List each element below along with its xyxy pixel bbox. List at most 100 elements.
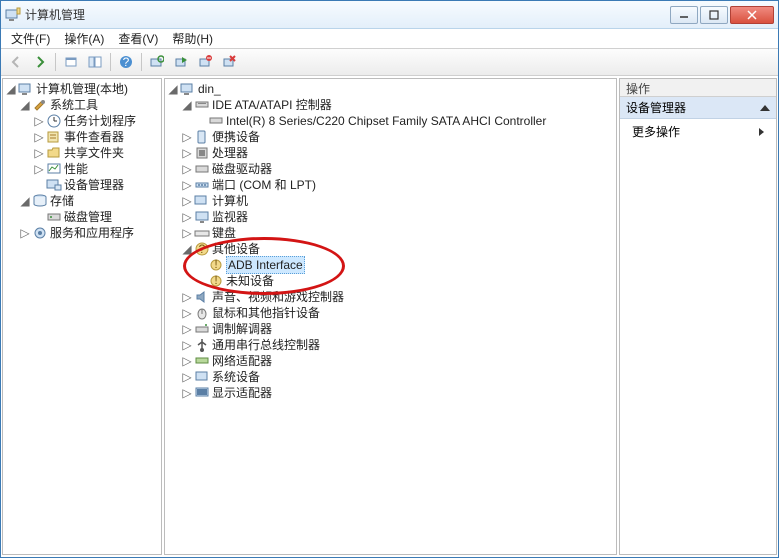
tree-label: IDE ATA/ATAPI 控制器: [212, 97, 332, 113]
expand-icon[interactable]: ▷: [181, 131, 193, 143]
tree-disk-management[interactable]: ▷ 磁盘管理: [5, 209, 159, 225]
expand-icon[interactable]: ▷: [181, 211, 193, 223]
collapse-icon[interactable]: ◢: [5, 83, 17, 95]
device-ide[interactable]: ◢ IDE ATA/ATAPI 控制器: [167, 97, 614, 113]
expand-icon[interactable]: ▷: [33, 147, 45, 159]
device-computer[interactable]: ▷计算机: [167, 193, 614, 209]
expand-icon[interactable]: ▷: [181, 323, 193, 335]
help-button[interactable]: ?: [115, 51, 137, 73]
device-portable[interactable]: ▷ 便携设备: [167, 129, 614, 145]
expand-icon[interactable]: ▷: [33, 163, 45, 175]
device-ports[interactable]: ▷端口 (COM 和 LPT): [167, 177, 614, 193]
expand-icon[interactable]: ▷: [181, 163, 193, 175]
modem-icon: [194, 321, 210, 337]
expand-icon[interactable]: ▷: [181, 179, 193, 191]
expand-icon[interactable]: ▷: [181, 371, 193, 383]
expand-icon[interactable]: ▷: [181, 355, 193, 367]
tree-performance[interactable]: ▷ 性能: [5, 161, 159, 177]
menu-action[interactable]: 操作(A): [58, 28, 110, 49]
portable-icon: [194, 129, 210, 145]
mouse-icon: [194, 305, 210, 321]
app-icon: [5, 7, 21, 23]
device-monitors[interactable]: ▷监视器: [167, 209, 614, 225]
tree-storage[interactable]: ◢ 存储: [5, 193, 159, 209]
tree-root-computer-management[interactable]: ◢ 计算机管理(本地): [5, 81, 159, 97]
expand-icon[interactable]: ▷: [181, 339, 193, 351]
tree-task-scheduler[interactable]: ▷ 任务计划程序: [5, 113, 159, 129]
tree-device-manager[interactable]: ▷ 设备管理器: [5, 177, 159, 193]
collapse-icon[interactable]: ◢: [19, 195, 31, 207]
console-tree[interactable]: ◢ 计算机管理(本地) ◢ 系统工具 ▷ 任务计划程序 ▷ 事件: [3, 79, 161, 243]
clock-icon: [46, 113, 62, 129]
expand-icon[interactable]: ▷: [181, 387, 193, 399]
ide-icon: [194, 97, 210, 113]
port-icon: [194, 177, 210, 193]
device-modems[interactable]: ▷调制解调器: [167, 321, 614, 337]
tree-label: 任务计划程序: [64, 113, 136, 129]
tree-label: 网络适配器: [212, 353, 272, 369]
minimize-button[interactable]: [670, 6, 698, 24]
device-processors[interactable]: ▷处理器: [167, 145, 614, 161]
tree-label: 便携设备: [212, 129, 260, 145]
expand-icon[interactable]: ▷: [181, 195, 193, 207]
menu-view[interactable]: 查看(V): [112, 28, 164, 49]
tree-services[interactable]: ▷ 服务和应用程序: [5, 225, 159, 241]
warning-icon: !: [208, 257, 224, 273]
expand-icon[interactable]: ▷: [181, 227, 193, 239]
folder-icon: [46, 145, 62, 161]
collapse-icon[interactable]: ◢: [181, 243, 193, 255]
expand-icon[interactable]: ▷: [33, 131, 45, 143]
actions-more[interactable]: 更多操作: [620, 119, 776, 144]
device-sound[interactable]: ▷声音、视频和游戏控制器: [167, 289, 614, 305]
device-other-unknown[interactable]: ▷!未知设备: [167, 273, 614, 289]
tree-label: 显示适配器: [212, 385, 272, 401]
network-icon: [194, 353, 210, 369]
maximize-button[interactable]: [700, 6, 728, 24]
menu-help[interactable]: 帮助(H): [166, 28, 219, 49]
enable-icon[interactable]: [170, 51, 192, 73]
expand-icon[interactable]: ▷: [33, 115, 45, 127]
device-root[interactable]: ◢ din_: [167, 81, 614, 97]
expand-icon[interactable]: ▷: [19, 227, 31, 239]
device-network[interactable]: ▷ 网络适配器: [167, 353, 614, 369]
device-ide-child[interactable]: ▷ Intel(R) 8 Series/C220 Chipset Family …: [167, 113, 614, 129]
collapse-icon[interactable]: ◢: [19, 99, 31, 111]
device-other[interactable]: ◢?其他设备: [167, 241, 614, 257]
device-system[interactable]: ▷系统设备: [167, 369, 614, 385]
computer-icon: [18, 81, 34, 97]
tree-label: 存储: [50, 193, 74, 209]
disable-icon[interactable]: [194, 51, 216, 73]
device-other-adb[interactable]: ▷!ADB Interface: [167, 257, 614, 273]
device-keyboards[interactable]: ▷键盘: [167, 225, 614, 241]
device-disk-drives[interactable]: ▷磁盘驱动器: [167, 161, 614, 177]
warning-icon: !: [208, 273, 224, 289]
back-button[interactable]: [5, 51, 27, 73]
device-display[interactable]: ▷ 显示适配器: [167, 385, 614, 401]
device-manager-icon: [46, 177, 62, 193]
tree-shared-folders[interactable]: ▷ 共享文件夹: [5, 145, 159, 161]
tree-label: 性能: [64, 161, 88, 177]
device-usb[interactable]: ▷通用串行总线控制器: [167, 337, 614, 353]
expand-icon[interactable]: ▷: [181, 291, 193, 303]
tree-label: ADB Interface: [226, 256, 305, 274]
forward-button[interactable]: [29, 51, 51, 73]
collapse-icon[interactable]: ◢: [167, 83, 179, 95]
actions-category[interactable]: 设备管理器: [620, 97, 776, 119]
scan-icon[interactable]: [146, 51, 168, 73]
tree-system-tools[interactable]: ◢ 系统工具: [5, 97, 159, 113]
tree-label: Intel(R) 8 Series/C220 Chipset Family SA…: [226, 113, 546, 129]
tree-event-viewer[interactable]: ▷ 事件查看器: [5, 129, 159, 145]
expand-icon[interactable]: ▷: [181, 307, 193, 319]
up-button[interactable]: [60, 51, 82, 73]
tree-label: 服务和应用程序: [50, 225, 134, 241]
performance-icon: [46, 161, 62, 177]
device-tree[interactable]: ◢ din_ ◢ IDE ATA/ATAPI 控制器 ▷ Intel(R) 8 …: [165, 79, 616, 403]
collapse-icon[interactable]: ◢: [181, 99, 193, 111]
menu-file[interactable]: 文件(F): [5, 28, 56, 49]
expand-icon[interactable]: ▷: [181, 147, 193, 159]
show-hide-tree-button[interactable]: [84, 51, 106, 73]
uninstall-icon[interactable]: [218, 51, 240, 73]
svg-text:?: ?: [199, 242, 206, 256]
device-mouse[interactable]: ▷鼠标和其他指针设备: [167, 305, 614, 321]
close-button[interactable]: [730, 6, 774, 24]
